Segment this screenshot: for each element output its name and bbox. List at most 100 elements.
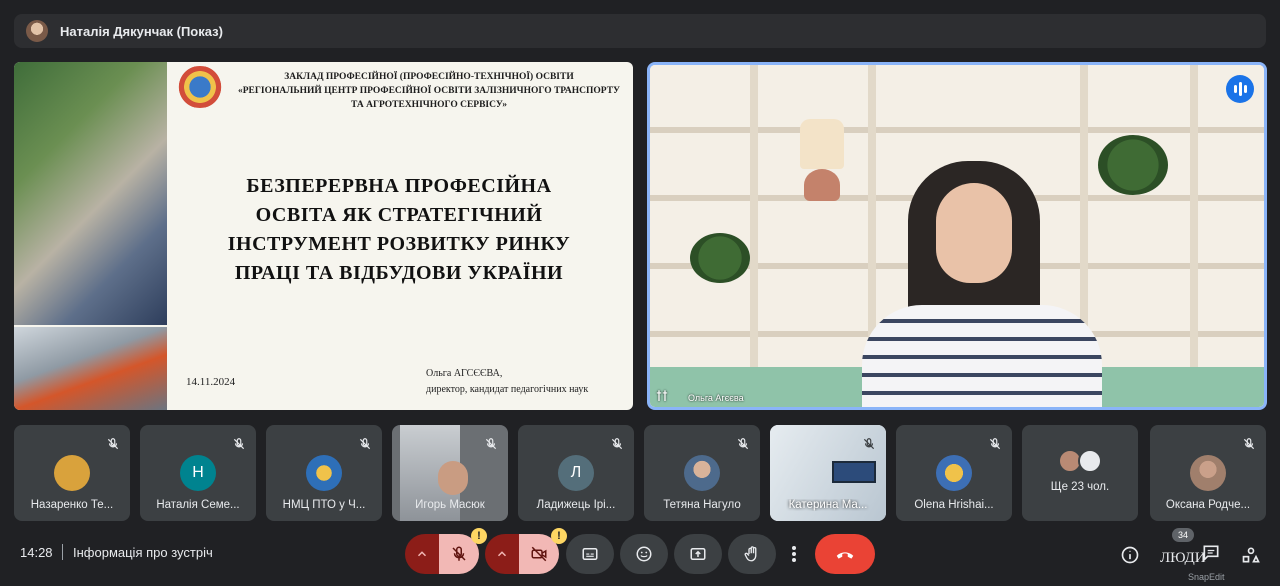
participant-name: Olena Hrishai...: [914, 499, 994, 511]
emoji-reactions-button[interactable]: [620, 534, 668, 574]
participant-name: Ладижець Ірі...: [536, 499, 616, 511]
participant-name: Назаренко Те...: [30, 499, 114, 511]
mic-off-icon: [359, 438, 371, 450]
mic-off-icon: [863, 438, 875, 450]
warning-icon: !: [551, 528, 567, 544]
college-logo: [172, 66, 228, 108]
participant-avatar: Л: [558, 455, 594, 491]
participant-avatar: [936, 455, 972, 491]
tile-logo: ꝉꝉ: [656, 389, 668, 405]
mic-off-icon: [737, 438, 749, 450]
camera-toggle-button[interactable]: !: [519, 528, 567, 574]
participant-name: НМЦ ПТО у Ч...: [282, 499, 366, 511]
slide-author-name: Ольга АГСЄЄВА,: [426, 368, 503, 379]
presenter-avatar: [26, 20, 48, 42]
mic-toggle-button[interactable]: !: [439, 528, 487, 574]
participant-avatar: [1078, 449, 1102, 473]
slide-header: ЗАКЛАД ПРОФЕСІЙНОЇ (ПРОФЕСІЙНО-ТЕХНІЧНОЇ…: [229, 70, 629, 112]
slide-title-line: ПРАЦІ ТА ВІДБУДОВИ УКРАЇНИ: [234, 262, 564, 284]
participant-tile[interactable]: Назаренко Те...: [14, 425, 130, 521]
captions-button[interactable]: [566, 534, 614, 574]
shelf-divider: [750, 65, 758, 407]
info-icon: [1121, 546, 1139, 564]
slide-title-line: ІНСТРУМЕНТ РОЗВИТКУ РИНКУ: [227, 233, 571, 255]
presenter-name: Наталія Дякунчак (Показ): [60, 23, 223, 39]
chevron-up-icon: [417, 551, 427, 557]
chat-button[interactable]: [1196, 538, 1226, 568]
participant-avatar: [306, 455, 342, 491]
more-participants-avatars: [1058, 449, 1108, 475]
mic-off-icon: [107, 438, 119, 450]
activities-icon: [1242, 547, 1260, 563]
participant-name: Тетяна Нагуло: [663, 499, 741, 511]
participant-strip: Назаренко Те... Н Наталія Семе... НМЦ ПТ…: [14, 425, 1268, 521]
slide-photo-cook: [14, 327, 167, 410]
camera-options-button[interactable]: [485, 534, 519, 574]
captions-icon: [582, 548, 598, 560]
slide-header-line: «РЕГІОНАЛЬНИЙ ЦЕНТР ПРОФЕСІЙНОЇ ОСВІТИ З…: [237, 86, 621, 96]
raise-hand-button[interactable]: [728, 534, 776, 574]
speaker-name: Ольга Агєєва: [688, 393, 744, 403]
presenter-bar[interactable]: Наталія Дякунчак (Показ): [14, 14, 1266, 48]
plant: [690, 233, 750, 283]
participant-tile[interactable]: Игорь Масюк: [392, 425, 508, 521]
slide-title-line: БЕЗПЕРЕРВНА ПРОФЕСІЙНА: [246, 175, 552, 197]
participant-tile[interactable]: Olena Hrishai...: [896, 425, 1012, 521]
participant-avatar: [684, 455, 720, 491]
slide-photos: [14, 62, 167, 410]
divider: [62, 544, 63, 560]
activities-button[interactable]: [1236, 540, 1266, 570]
slide-date: 14.11.2024: [186, 376, 236, 388]
participant-tile[interactable]: НМЦ ПТО у Ч...: [266, 425, 382, 521]
more-participants-tile[interactable]: Ще 23 чол.: [1022, 425, 1138, 521]
participant-avatar: Н: [180, 455, 216, 491]
shared-presentation[interactable]: ЗАКЛАД ПРОФЕСІЙНОЇ (ПРОФЕСІЙНО-ТЕХНІЧНОЇ…: [14, 62, 633, 410]
participant-avatar: [1190, 455, 1226, 491]
emoji-icon: [636, 546, 652, 562]
end-call-icon: [836, 552, 854, 559]
participant-name: Игорь Масюк: [415, 499, 485, 511]
end-call-button[interactable]: [815, 534, 875, 574]
lamp-base: [804, 169, 840, 201]
participant-name: Оксана Родче...: [1165, 499, 1251, 511]
more-options-icon: [792, 546, 796, 562]
present-screen-icon: [690, 548, 706, 560]
slide-author-title: директор, кандидат педагогічних наук: [426, 384, 589, 395]
mic-off-icon: [989, 438, 1001, 450]
chat-icon: [1203, 545, 1219, 562]
slide-header-line: ЗАКЛАД ПРОФЕСІЙНОЇ (ПРОФЕСІЙНО-ТЕХНІЧНОЇ…: [284, 72, 574, 82]
more-options-button[interactable]: [782, 534, 806, 574]
meeting-info-link[interactable]: Інформація про зустріч: [73, 545, 213, 560]
slide-header-line: ТА АГРОТЕХНІЧНОГО СЕРВІСУ»: [351, 100, 507, 110]
mic-off-icon: [1243, 438, 1255, 450]
slide-photo-worker: [14, 62, 167, 325]
speaker-video-tile[interactable]: ꝉꝉ Ольга Агєєва: [647, 62, 1267, 410]
info-button[interactable]: [1115, 540, 1145, 570]
shelf-divider: [1190, 65, 1198, 407]
participant-tile[interactable]: Оксана Родче...: [1150, 425, 1266, 521]
warning-icon: !: [471, 528, 487, 544]
mic-options-button[interactable]: [405, 534, 439, 574]
participant-avatar: [54, 455, 90, 491]
participant-name: Катерина Ма...: [788, 499, 868, 511]
raise-hand-icon: [744, 546, 757, 562]
mic-off-icon: [233, 438, 245, 450]
slide-title: БЕЗПЕРЕРВНА ПРОФЕСІЙНА ОСВІТА ЯК СТРАТЕГ…: [189, 172, 609, 288]
participant-tile[interactable]: Л Ладижець Ірі...: [518, 425, 634, 521]
participant-name: Наталія Семе...: [156, 499, 240, 511]
present-screen-button[interactable]: [674, 534, 722, 574]
speaking-indicator-icon: [1226, 75, 1254, 103]
participant-face: [438, 461, 468, 495]
chevron-up-icon: [497, 551, 507, 557]
participant-tile[interactable]: Катерина Ма...: [770, 425, 886, 521]
participant-tile[interactable]: Тетяна Нагуло: [644, 425, 760, 521]
mic-off-icon: [485, 438, 497, 450]
camera-off-icon: [531, 546, 547, 562]
watermark: SnapEdit: [1188, 572, 1225, 582]
speaker-face: [936, 183, 1012, 283]
current-time: 14:28: [20, 545, 53, 560]
participant-video-screen: [832, 461, 876, 483]
lamp-shade: [800, 119, 844, 169]
mic-off-icon: [452, 546, 466, 561]
participant-tile[interactable]: Н Наталія Семе...: [140, 425, 256, 521]
